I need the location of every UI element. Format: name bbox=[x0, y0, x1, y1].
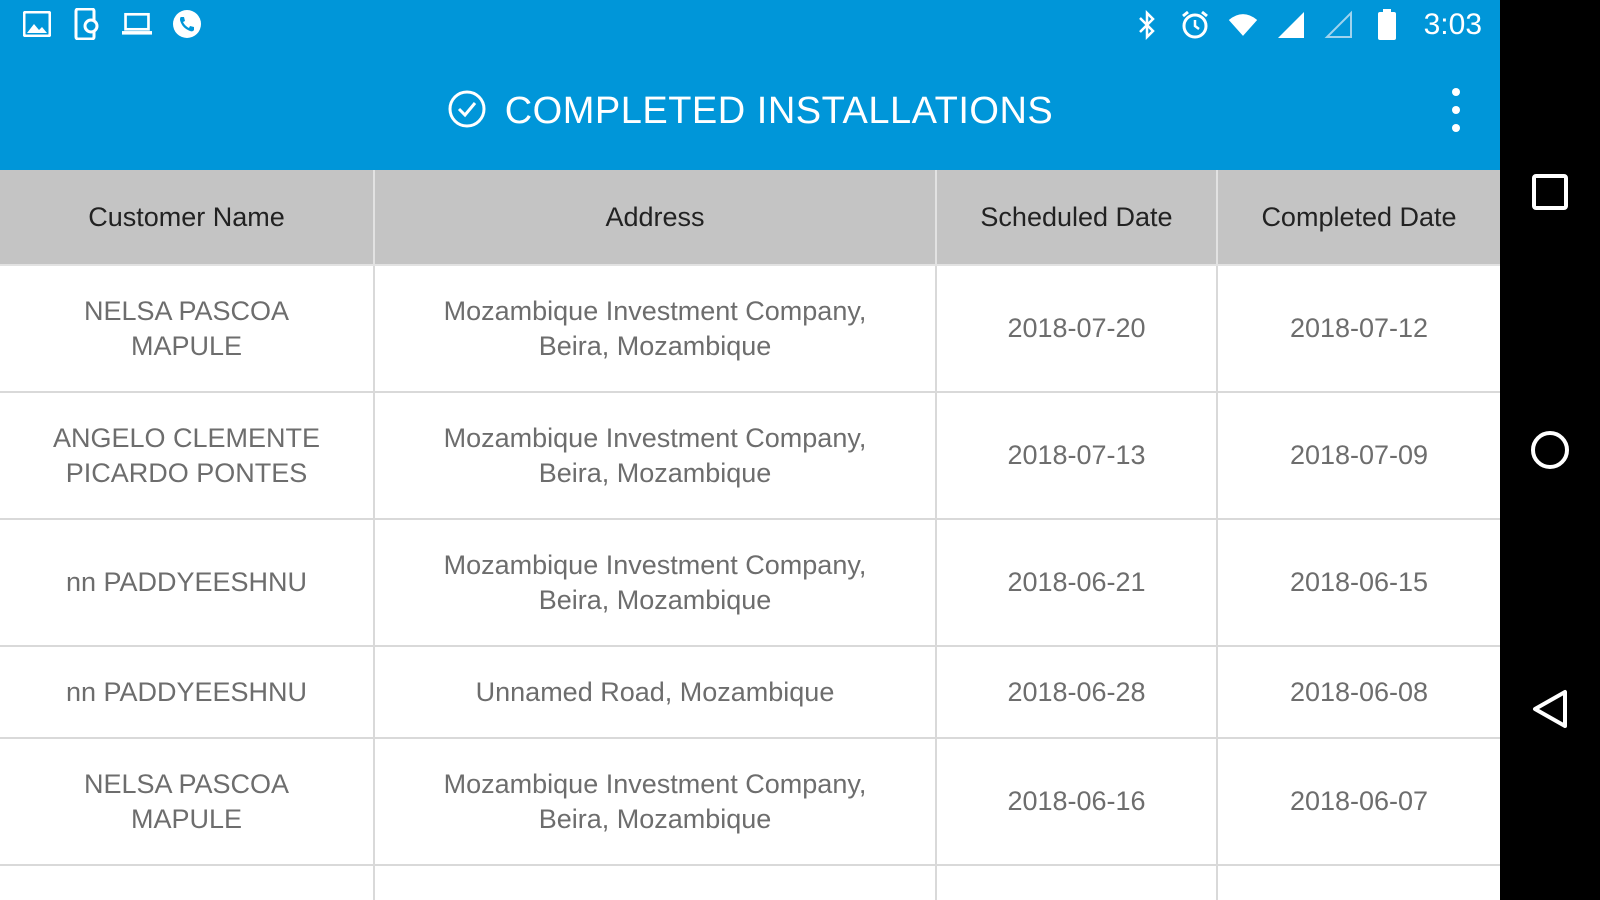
app-bar-title-group: COMPLETED INSTALLATIONS bbox=[0, 52, 1500, 170]
cell-empty bbox=[1217, 865, 1500, 900]
status-notification-icons bbox=[22, 8, 202, 40]
cell-customer-name: NELSA PASCOA MAPULE bbox=[0, 265, 375, 393]
table-row[interactable] bbox=[0, 865, 1500, 900]
table-row[interactable]: NELSA PASCOA MAPULE Mozambique Investmen… bbox=[0, 265, 1500, 393]
table-header-row: Customer Name Address Scheduled Date Com… bbox=[0, 170, 1500, 266]
signal-empty-icon bbox=[1324, 9, 1354, 41]
page-title: COMPLETED INSTALLATIONS bbox=[504, 89, 1054, 132]
cell-completed-date: 2018-06-07 bbox=[1217, 738, 1500, 866]
laptop-icon bbox=[122, 8, 152, 40]
cell-address: Mozambique Investment Company, Beira, Mo… bbox=[374, 519, 937, 647]
table-row[interactable]: ANGELO CLEMENTE PICARDO PONTES Mozambiqu… bbox=[0, 392, 1500, 520]
back-triangle-icon[interactable] bbox=[1525, 684, 1575, 734]
image-icon bbox=[22, 8, 52, 40]
cell-completed-date: 2018-06-08 bbox=[1217, 646, 1500, 739]
status-time: 3:03 bbox=[1423, 8, 1482, 41]
cell-empty bbox=[374, 865, 937, 900]
call-icon bbox=[172, 8, 202, 40]
battery-icon bbox=[1372, 9, 1402, 41]
app-bar: COMPLETED INSTALLATIONS bbox=[0, 52, 1500, 170]
cell-scheduled-date: 2018-07-20 bbox=[936, 265, 1218, 393]
table-row[interactable]: nn PADDYEESHNU Unnamed Road, Mozambique … bbox=[0, 646, 1500, 739]
column-header-address[interactable]: Address bbox=[374, 170, 937, 266]
more-vert-icon[interactable] bbox=[1446, 88, 1466, 132]
app-screen: 3:03 COMPLETED INSTALLATIONS Customer Na… bbox=[0, 0, 1500, 900]
cell-completed-date: 2018-06-15 bbox=[1217, 519, 1500, 647]
table-row[interactable]: nn PADDYEESHNU Mozambique Investment Com… bbox=[0, 519, 1500, 647]
cell-scheduled-date: 2018-06-28 bbox=[936, 646, 1218, 739]
cell-scheduled-date: 2018-07-13 bbox=[936, 392, 1218, 520]
recents-square-icon[interactable] bbox=[1525, 167, 1575, 217]
cell-empty bbox=[936, 865, 1218, 900]
signal-icon bbox=[1276, 9, 1306, 41]
cell-completed-date: 2018-07-12 bbox=[1217, 265, 1500, 393]
cell-address: Mozambique Investment Company, Beira, Mo… bbox=[374, 392, 937, 520]
column-header-customer-name[interactable]: Customer Name bbox=[0, 170, 375, 266]
cell-customer-name: ANGELO CLEMENTE PICARDO PONTES bbox=[0, 392, 375, 520]
status-system-icons: 3:03 bbox=[1132, 8, 1482, 42]
cell-customer-name: nn PADDYEESHNU bbox=[0, 646, 375, 739]
table-row[interactable]: NELSA PASCOA MAPULE Mozambique Investmen… bbox=[0, 738, 1500, 866]
alarm-icon bbox=[1180, 9, 1210, 41]
wifi-icon bbox=[1228, 9, 1258, 41]
cell-address: Unnamed Road, Mozambique bbox=[374, 646, 937, 739]
cell-address: Mozambique Investment Company, Beira, Mo… bbox=[374, 738, 937, 866]
cell-address: Mozambique Investment Company, Beira, Mo… bbox=[374, 265, 937, 393]
cell-customer-name: NELSA PASCOA MAPULE bbox=[0, 738, 375, 866]
cell-empty bbox=[0, 865, 375, 900]
cell-scheduled-date: 2018-06-21 bbox=[936, 519, 1218, 647]
phone-settings-icon bbox=[72, 8, 102, 40]
home-circle-icon[interactable] bbox=[1525, 425, 1575, 475]
cell-customer-name: nn PADDYEESHNU bbox=[0, 519, 375, 647]
column-header-completed-date[interactable]: Completed Date bbox=[1217, 170, 1500, 266]
installations-table: Customer Name Address Scheduled Date Com… bbox=[0, 170, 1500, 900]
bluetooth-icon bbox=[1132, 9, 1162, 41]
column-header-scheduled-date[interactable]: Scheduled Date bbox=[936, 170, 1218, 266]
check-circle-icon bbox=[447, 89, 487, 134]
cell-scheduled-date: 2018-06-16 bbox=[936, 738, 1218, 866]
cell-completed-date: 2018-07-09 bbox=[1217, 392, 1500, 520]
status-bar: 3:03 bbox=[0, 0, 1500, 52]
navigation-bar bbox=[1500, 0, 1600, 900]
